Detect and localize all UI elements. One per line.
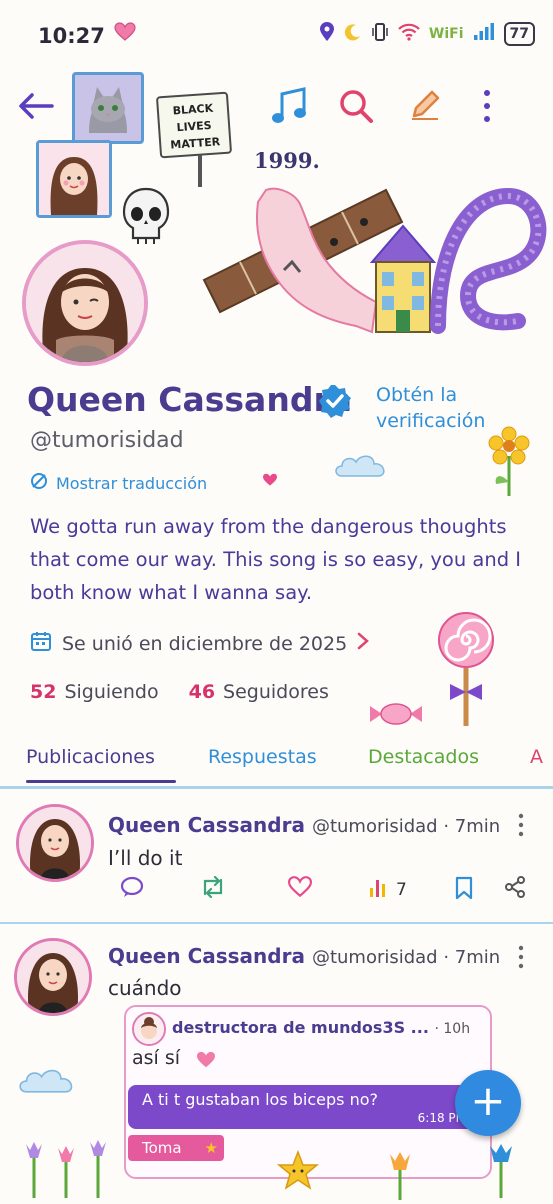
lollipop-icon — [436, 610, 496, 732]
join-date-text: Se unió en diciembre de 2025 — [62, 632, 348, 655]
quote-text: así sí — [132, 1047, 181, 1069]
tab-publicaciones[interactable]: Publicaciones — [26, 746, 155, 768]
moon-icon — [344, 23, 362, 45]
tabs-divider — [0, 786, 553, 789]
battery-indicator: 77 — [503, 22, 535, 46]
post-text: I’ll do it — [108, 846, 183, 870]
profile-bio: We gotta run away from the dangerous tho… — [30, 515, 522, 604]
active-tab-indicator — [26, 780, 176, 783]
post-author-name: Queen Cassandra — [108, 944, 305, 968]
wifi-icon — [398, 23, 420, 45]
quote-avatar — [132, 1012, 166, 1046]
post-avatar[interactable] — [16, 804, 94, 882]
skull-icon — [120, 186, 172, 252]
followers-count: 46 — [188, 681, 216, 703]
following-stat[interactable]: 52 Siguiendo — [30, 681, 159, 703]
tab-destacados[interactable]: Destacados — [368, 746, 479, 768]
followers-stat[interactable]: 46 Seguidores — [189, 681, 329, 703]
compose-fab-button[interactable]: + — [455, 1070, 521, 1136]
post-author[interactable]: Queen Cassandra @tumorisidad · 7min — [108, 813, 500, 837]
views-stat[interactable]: 7 — [368, 876, 407, 903]
post-author[interactable]: Queen Cassandra @tumorisidad · 7min — [108, 944, 500, 968]
wifi-label: WiFi — [428, 26, 464, 42]
profile-handle: @tumorisidad — [30, 428, 184, 453]
star-icon: ★ — [204, 1139, 218, 1157]
verified-badge-icon — [318, 384, 352, 422]
post-actions: 7 — [120, 876, 530, 912]
signal-icon — [473, 23, 495, 45]
post-avatar[interactable] — [14, 938, 92, 1016]
tab-label: Publicaciones — [26, 746, 155, 768]
candy-icon — [368, 700, 424, 732]
profile-tabs: Publicaciones Respuestas Destacados A — [0, 740, 553, 784]
protest-sign: BLACK LIVES MATTER — [155, 91, 233, 159]
tab-label: A — [530, 746, 543, 768]
location-icon — [319, 22, 335, 46]
tab-label: Destacados — [368, 746, 479, 768]
edit-pencil-icon[interactable] — [408, 88, 442, 126]
cloud-icon — [18, 1066, 76, 1098]
translate-icon — [30, 472, 48, 494]
tulip-doodle — [380, 1150, 420, 1204]
quote-author-name: destructora de mundos3S ... — [172, 1018, 429, 1037]
post-author-name: Queen Cassandra — [108, 813, 305, 837]
music-note-icon — [270, 86, 308, 130]
bookmark-icon[interactable] — [454, 876, 474, 900]
repost-icon[interactable] — [200, 876, 226, 898]
quote-author: destructora de mundos3S ... · 10h — [172, 1018, 470, 1037]
sign-line-3: MATTER — [169, 135, 221, 152]
bar-chart-icon — [368, 876, 390, 903]
post-author-handle: @tumorisidad · 7min — [311, 947, 501, 968]
post-text: cuándo — [108, 976, 182, 1000]
star-face-icon — [276, 1149, 320, 1196]
vibrate-icon — [371, 22, 389, 46]
quote-heart-icon — [196, 1051, 216, 1073]
calendar-icon — [30, 630, 52, 657]
reply-icon[interactable] — [120, 876, 144, 898]
girl-portrait-sticker — [36, 140, 112, 218]
post-more-icon[interactable] — [516, 812, 526, 842]
following-count: 52 — [30, 681, 57, 703]
post-author-handle: @tumorisidad · 7min — [311, 816, 501, 837]
small-heart-icon — [262, 472, 278, 491]
following-label: Siguiendo — [64, 681, 159, 703]
join-date-row[interactable]: Se unió en diciembre de 2025 — [30, 630, 370, 657]
search-icon[interactable] — [338, 88, 374, 128]
tulips-doodle — [16, 1134, 116, 1202]
toma-tag: Toma ★ — [128, 1135, 224, 1161]
verify-line-1: Obtén la — [376, 384, 458, 406]
chat-bubble-image: A ti t gustaban los biceps no? 6:18 PM — [128, 1085, 480, 1129]
followers-label: Seguidores — [223, 681, 329, 703]
follow-stats: 52 Siguiendo 46 Seguidores — [30, 681, 329, 703]
quote-time: · 10h — [434, 1021, 471, 1037]
share-icon[interactable] — [504, 876, 526, 898]
views-count: 7 — [396, 879, 407, 900]
heart-icon — [114, 22, 136, 46]
profile-avatar[interactable] — [22, 240, 148, 366]
tulip-doodle — [476, 1140, 526, 1202]
tab-label: Respuestas — [208, 746, 317, 768]
back-arrow-icon[interactable] — [18, 92, 54, 124]
translate-label: Mostrar traducción — [56, 473, 208, 493]
more-options-icon[interactable] — [480, 88, 494, 128]
tab-respuestas[interactable]: Respuestas — [208, 746, 317, 768]
profile-name: Queen Cassandra — [27, 380, 352, 419]
chevron-right-icon — [357, 632, 370, 655]
post-more-icon[interactable] — [516, 944, 526, 974]
toma-label: Toma — [142, 1139, 182, 1157]
cat-sticker — [72, 72, 144, 144]
cloud-icon — [334, 452, 388, 482]
flower-icon — [486, 426, 532, 500]
status-icons: WiFi 77 — [319, 22, 535, 46]
tab-more[interactable]: A — [530, 746, 543, 768]
spiral-slide-doodle — [428, 186, 550, 340]
status-time: 10:27 — [38, 24, 105, 48]
like-icon[interactable] — [288, 876, 312, 898]
chat-bubble-text: A ti t gustaban los biceps no? — [142, 1090, 378, 1109]
show-translation-button[interactable]: Mostrar traducción — [30, 472, 207, 494]
post-divider — [0, 922, 553, 924]
